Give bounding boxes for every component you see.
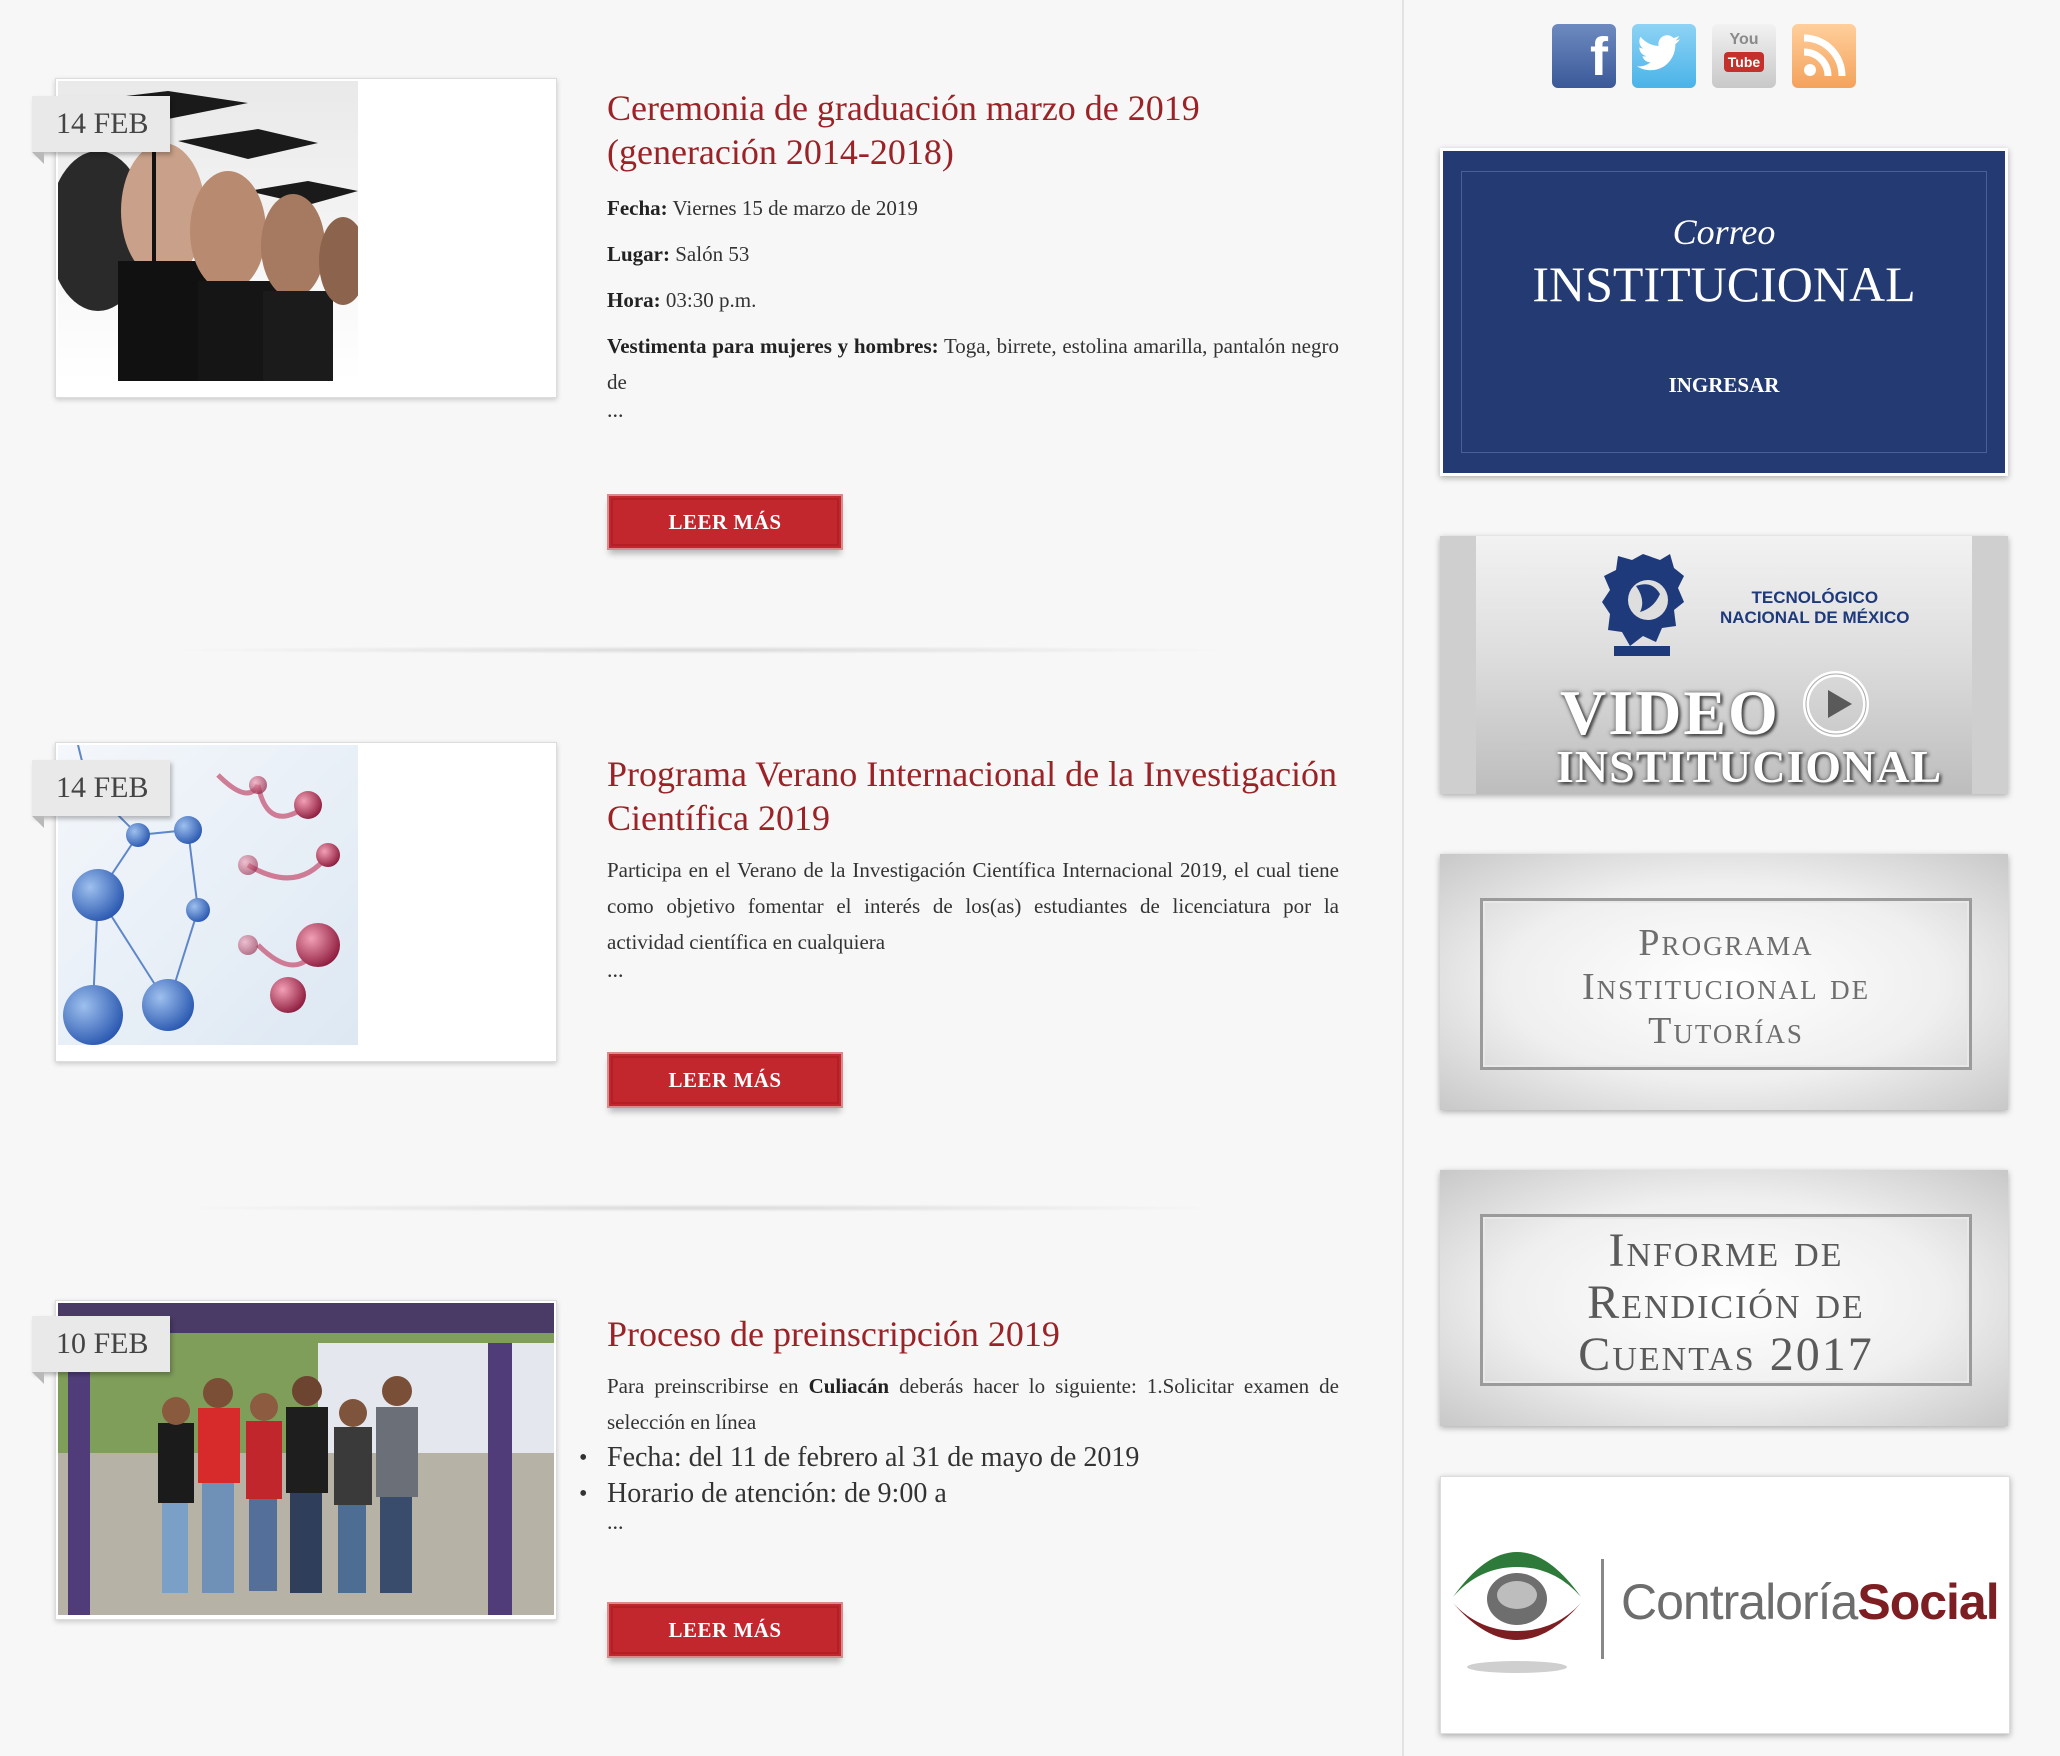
- date-badge: 14 FEB: [32, 760, 170, 828]
- field-label: Vestimenta para mujeres y hombres:: [607, 334, 939, 358]
- tecnm-name-line: NACIONAL DE MÉXICO: [1720, 608, 1910, 627]
- banner-side: [1972, 536, 2008, 794]
- video-subtitle: INSTITUCIONAL: [1556, 741, 1943, 792]
- list-item: Horario de atención: de 9:00 a: [579, 1476, 1339, 1512]
- sidebar: f You Tube Correo INSTITUCIONAL INGRESAR: [1404, 0, 2060, 1756]
- ellipsis: ...: [607, 1509, 624, 1534]
- post-excerpt-bold: Culiacán: [808, 1374, 890, 1398]
- facebook-glyph: f: [1590, 27, 1608, 87]
- wordmark-part: Social: [1857, 1574, 1999, 1630]
- post-title[interactable]: Proceso de preinscripción 2019: [607, 1312, 1347, 1356]
- logo-divider: [1601, 1559, 1604, 1659]
- tecnm-name: TECNOLÓGICO NACIONAL DE MÉXICO: [1720, 588, 1910, 628]
- post-excerpt-text: Participa en el Verano de la Investigaci…: [607, 858, 1339, 954]
- wordmark-part: Contraloría: [1621, 1574, 1858, 1630]
- banner-title-small: Correo: [1672, 212, 1776, 252]
- video-institucional-banner[interactable]: TECNOLÓGICO NACIONAL DE MÉXICO VIDEO INS…: [1440, 536, 2008, 794]
- youtube-icon[interactable]: You Tube: [1712, 24, 1776, 88]
- date-badge: 10 FEB: [32, 1316, 170, 1384]
- contraloria-wordmark: ContraloríaSocial: [1621, 1573, 2000, 1631]
- field-label: Fecha:: [607, 196, 668, 220]
- tecnm-name-line: TECNOLÓGICO: [1751, 588, 1879, 607]
- informe-rendicion-banner[interactable]: Informe de Rendición de Cuentas 2017: [1440, 1170, 2008, 1426]
- youtube-you-text: You: [1729, 31, 1759, 48]
- video-title: VIDEO: [1560, 677, 1780, 748]
- post-excerpt: Para preinscribirse en Culiacán deberás …: [579, 1368, 1339, 1534]
- read-more-button[interactable]: LEER MÁS: [607, 1602, 843, 1658]
- divider: [160, 1204, 1240, 1212]
- ellipsis: ...: [607, 957, 624, 982]
- banner-frame: Informe de Rendición de Cuentas 2017: [1480, 1214, 1972, 1386]
- post-title-line[interactable]: Proceso de preinscripción 2019: [607, 1314, 1060, 1354]
- post-excerpt-text: Para preinscribirse en: [607, 1374, 809, 1398]
- post-title[interactable]: Programa Verano Internacional de la Inve…: [607, 752, 1347, 840]
- youtube-tube-text: Tube: [1724, 52, 1764, 72]
- read-more-button[interactable]: LEER MÁS: [607, 1052, 843, 1108]
- post-title-line[interactable]: Científica 2019: [607, 798, 830, 838]
- twitter-bird-icon: [1636, 35, 1681, 71]
- tutorias-title-line: Institucional de: [1581, 966, 1871, 1008]
- read-more-button[interactable]: LEER MÁS: [607, 494, 843, 550]
- field-label: Lugar:: [607, 242, 670, 266]
- rss-waves-icon: [1803, 34, 1846, 77]
- divider: [160, 646, 1240, 654]
- field-label: Hora:: [607, 288, 661, 312]
- twitter-icon[interactable]: [1632, 24, 1696, 88]
- post-excerpt: Participa en el Verano de la Investigaci…: [607, 852, 1339, 982]
- contraloria-eye-logo-icon: [1453, 1552, 1581, 1673]
- tutorias-title-line: Tutorías: [1648, 1010, 1804, 1052]
- informe-title: Informe de Rendición de Cuentas 2017: [1483, 1225, 1969, 1381]
- field-value: Salón 53: [670, 242, 750, 266]
- post-title-line[interactable]: (generación 2014-2018): [607, 132, 954, 172]
- facebook-icon[interactable]: f: [1552, 24, 1616, 88]
- tutorias-banner[interactable]: Programa Institucional de Tutorías: [1440, 854, 2008, 1110]
- date-badge: 14 FEB: [32, 96, 170, 164]
- rss-icon[interactable]: [1792, 24, 1856, 88]
- contraloria-social-banner[interactable]: ContraloríaSocial: [1440, 1476, 2010, 1734]
- field-value: 03:30 p.m.: [660, 288, 757, 312]
- post-title[interactable]: Ceremonia de graduación marzo de 2019 (g…: [607, 86, 1347, 174]
- post-excerpt: Fecha: Viernes 15 de marzo de 2019 Lugar…: [607, 190, 1339, 422]
- banner-side: [1440, 536, 1476, 794]
- ingresar-link[interactable]: INGRESAR: [1443, 373, 2005, 398]
- correo-institucional-banner[interactable]: Correo INSTITUCIONAL INGRESAR: [1440, 148, 2008, 476]
- informe-title-line: Cuentas 2017: [1578, 1328, 1874, 1381]
- banner-title-large: INSTITUCIONAL: [1532, 256, 1916, 312]
- informe-title-line: Informe de: [1608, 1224, 1844, 1277]
- tutorias-title-line: Programa: [1638, 922, 1814, 964]
- news-list: 14 FEB Ceremonia de graduación marzo de …: [0, 0, 1402, 1756]
- play-icon: [1803, 671, 1869, 737]
- tutorias-title: Programa Institucional de Tutorías: [1483, 921, 1969, 1053]
- post-title-line[interactable]: Programa Verano Internacional de la Inve…: [607, 754, 1337, 794]
- bullet-list: Fecha: del 11 de febrero al 31 de mayo d…: [579, 1440, 1339, 1512]
- tecnm-logo-icon: [1602, 554, 1684, 656]
- informe-title-line: Rendición de: [1587, 1276, 1865, 1329]
- post-title-line[interactable]: Ceremonia de graduación marzo de 2019: [607, 88, 1200, 128]
- banner-frame: Programa Institucional de Tutorías: [1480, 898, 1972, 1070]
- ellipsis: ...: [607, 397, 624, 422]
- field-value: Viernes 15 de marzo de 2019: [667, 196, 918, 220]
- list-item: Fecha: del 11 de febrero al 31 de mayo d…: [579, 1440, 1339, 1476]
